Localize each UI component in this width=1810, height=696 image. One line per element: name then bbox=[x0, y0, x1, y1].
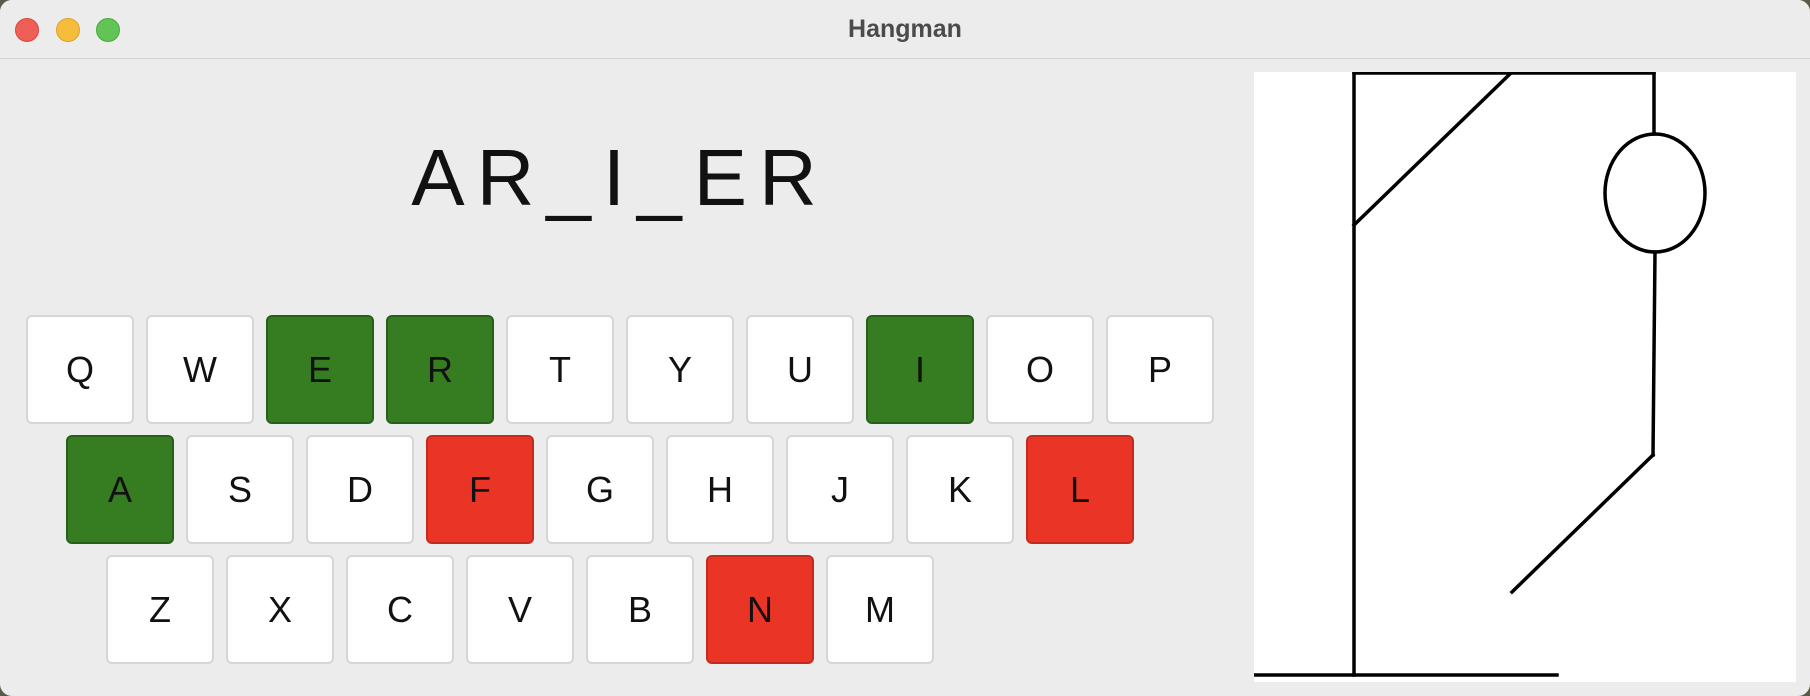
key-h[interactable]: H bbox=[666, 435, 774, 544]
key-j[interactable]: J bbox=[786, 435, 894, 544]
key-i[interactable]: I bbox=[866, 315, 974, 424]
key-z[interactable]: Z bbox=[106, 555, 214, 664]
key-r[interactable]: R bbox=[386, 315, 494, 424]
gallows-brace bbox=[1351, 70, 1514, 228]
key-g[interactable]: G bbox=[546, 435, 654, 544]
key-a[interactable]: A bbox=[66, 435, 174, 544]
key-y[interactable]: Y bbox=[626, 315, 734, 424]
word-display: AR_I_ER bbox=[411, 133, 829, 222]
head bbox=[1603, 132, 1707, 254]
hangman-drawing bbox=[1252, 70, 1707, 677]
key-e[interactable]: E bbox=[266, 315, 374, 424]
key-w[interactable]: W bbox=[146, 315, 254, 424]
key-t[interactable]: T bbox=[506, 315, 614, 424]
key-q[interactable]: Q bbox=[26, 315, 134, 424]
left-leg bbox=[1509, 452, 1656, 595]
key-c[interactable]: C bbox=[346, 555, 454, 664]
key-f[interactable]: F bbox=[426, 435, 534, 544]
key-l[interactable]: L bbox=[1026, 435, 1134, 544]
title-bar: Hangman bbox=[0, 0, 1810, 59]
key-u[interactable]: U bbox=[746, 315, 854, 424]
hangman-canvas bbox=[1252, 70, 1796, 682]
key-n[interactable]: N bbox=[706, 555, 814, 664]
body bbox=[1651, 250, 1657, 457]
app-window: Hangman AR_I_ER Q W E R T Y U I O P A S … bbox=[0, 0, 1810, 696]
key-o[interactable]: O bbox=[986, 315, 1094, 424]
key-p[interactable]: P bbox=[1106, 315, 1214, 424]
key-b[interactable]: B bbox=[586, 555, 694, 664]
key-d[interactable]: D bbox=[306, 435, 414, 544]
key-x[interactable]: X bbox=[226, 555, 334, 664]
key-s[interactable]: S bbox=[186, 435, 294, 544]
key-k[interactable]: K bbox=[906, 435, 1014, 544]
key-v[interactable]: V bbox=[466, 555, 574, 664]
window-title: Hangman bbox=[848, 15, 962, 43]
key-m[interactable]: M bbox=[826, 555, 934, 664]
